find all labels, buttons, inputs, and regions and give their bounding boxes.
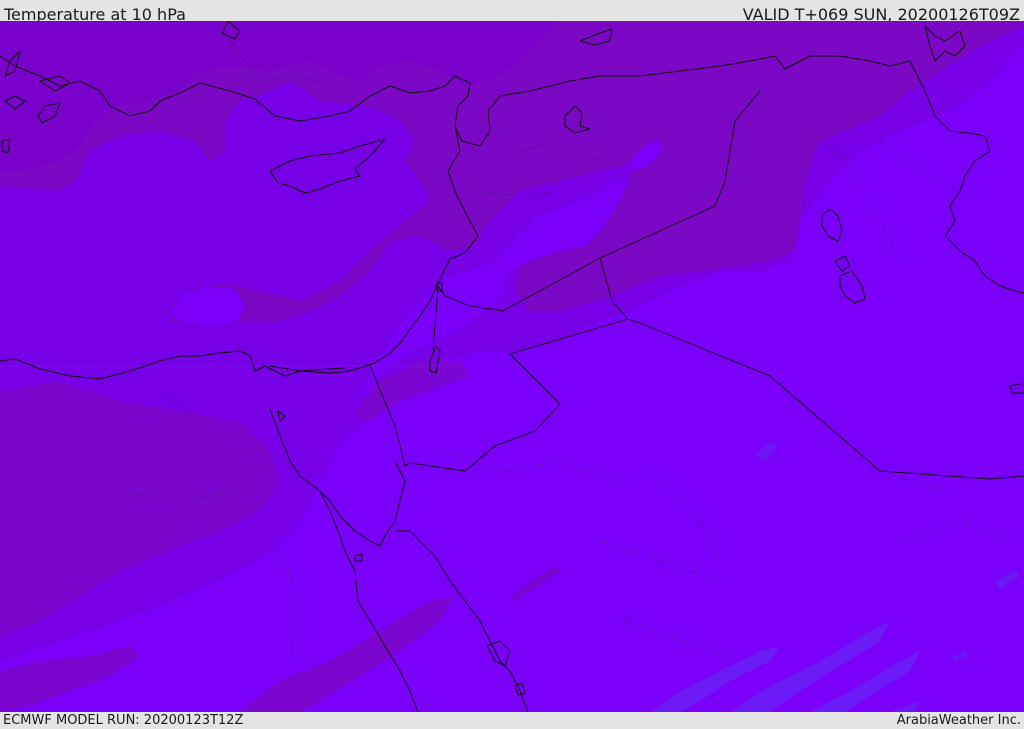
model-run-label: ECMWF MODEL RUN: 20200123T12Z [3, 713, 244, 728]
credit-label: ArabiaWeather Inc. [896, 713, 1021, 728]
map-panel [0, 21, 1024, 712]
weather-map-frame: Temperature at 10 hPa VALID T+069 SUN, 2… [0, 0, 1024, 729]
temperature-map [0, 21, 1024, 712]
map-title: Temperature at 10 hPa [4, 5, 186, 24]
valid-time-label: VALID T+069 SUN, 20200126T09Z [742, 5, 1020, 24]
